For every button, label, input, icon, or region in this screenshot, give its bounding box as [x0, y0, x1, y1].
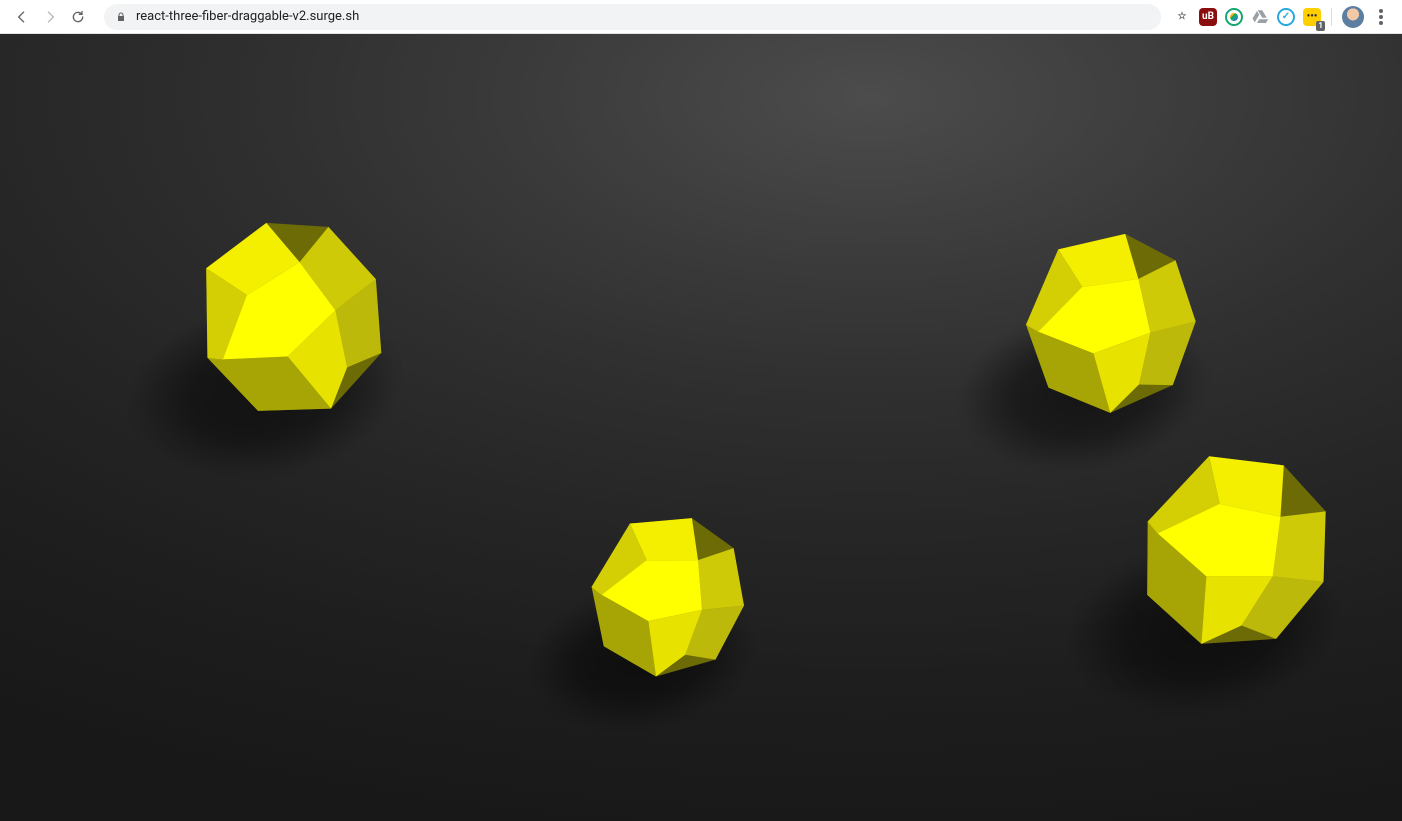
toolbar-separator [1331, 8, 1332, 26]
browser-toolbar: react-three-fiber-draggable-v2.surge.sh … [0, 0, 1402, 34]
address-bar[interactable]: react-three-fiber-draggable-v2.surge.sh [104, 4, 1161, 30]
profile-avatar[interactable] [1342, 6, 1364, 28]
lock-icon [114, 10, 128, 24]
url-text: react-three-fiber-draggable-v2.surge.sh [136, 4, 359, 30]
bookmark-star-icon[interactable]: ☆ [1173, 8, 1191, 26]
draggable-dodecahedron[interactable] [1009, 223, 1219, 433]
grammarly-extension-icon[interactable] [1225, 8, 1243, 26]
toolbar-right: ☆ uB ✓ ••• 1 [1171, 6, 1394, 28]
vimeo-extension-icon[interactable]: ✓ [1277, 8, 1295, 26]
forward-button[interactable] [36, 3, 64, 31]
miro-extension-badge: 1 [1316, 21, 1325, 31]
draggable-dodecahedron[interactable] [182, 207, 412, 437]
google-drive-extension-icon[interactable] [1251, 8, 1269, 26]
back-button[interactable] [8, 3, 36, 31]
miro-extension-icon[interactable]: ••• 1 [1303, 8, 1321, 26]
miro-extension-label: ••• [1307, 11, 1318, 22]
three-canvas[interactable] [0, 34, 1402, 821]
ublock-extension-icon[interactable]: uB [1199, 8, 1217, 26]
reload-button[interactable] [64, 3, 92, 31]
draggable-dodecahedron[interactable] [1122, 443, 1352, 673]
browser-menu-button[interactable] [1372, 8, 1390, 26]
draggable-dodecahedron[interactable] [575, 506, 765, 696]
